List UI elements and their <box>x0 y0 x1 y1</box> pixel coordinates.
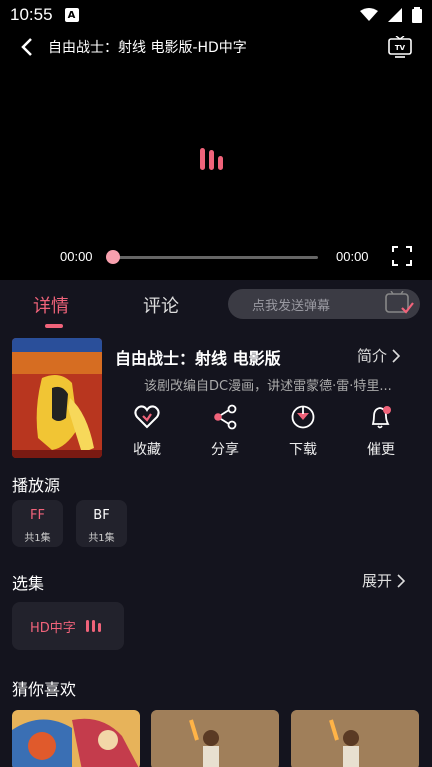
back-arrow-icon[interactable] <box>12 32 42 62</box>
download-button[interactable]: 下载 <box>273 404 333 459</box>
tab-bar: 详情 评论 点我发送弹幕 <box>0 284 432 332</box>
intro-link[interactable]: 简介 <box>357 345 401 366</box>
favorite-label: 收藏 <box>133 442 161 458</box>
source-count: 共1集 <box>24 533 51 544</box>
total-time: 00:00 <box>336 249 369 264</box>
share-icon <box>214 404 237 430</box>
expand-episodes-link[interactable]: 展开 <box>362 570 406 591</box>
notification-icon: A <box>64 8 79 22</box>
source-name: FF <box>30 508 45 523</box>
chevron-right-icon <box>397 573 406 588</box>
bell-icon <box>371 406 391 429</box>
share-label: 分享 <box>211 442 239 458</box>
intro-label: 简介 <box>357 347 388 365</box>
status-bar: 10:55 A <box>0 0 432 30</box>
heart-icon <box>134 405 160 429</box>
tab-comment[interactable]: 评论 <box>143 292 179 318</box>
tv-cast-icon[interactable]: TV <box>388 36 412 58</box>
signal-icon <box>388 8 402 22</box>
source-name: BF <box>93 508 110 523</box>
source-card-bf[interactable]: BF 共1集 <box>76 500 127 547</box>
episodes-heading: 选集 <box>12 574 45 593</box>
movie-synopsis: 该剧改编自DC漫画，讲述雷蒙德·雷·特里... <box>144 379 392 394</box>
video-titlebar: 自由战士：射线 电影版-HD中字 TV <box>0 32 432 62</box>
episode-item[interactable]: HD中字 <box>12 602 124 650</box>
current-time: 00:00 <box>60 249 93 264</box>
favorite-button[interactable]: 收藏 <box>117 404 177 459</box>
tab-detail[interactable]: 详情 <box>33 292 69 318</box>
sources-heading: 播放源 <box>12 476 61 495</box>
playing-bars-icon <box>85 620 101 632</box>
remind-label: 催更 <box>367 442 395 458</box>
tab-indicator <box>45 324 63 328</box>
recommend-thumb[interactable] <box>12 710 140 767</box>
svg-text:TV: TV <box>395 44 406 52</box>
episode-label: HD中字 <box>30 620 76 636</box>
video-title: 自由战士：射线 电影版-HD中字 <box>48 40 247 56</box>
share-button[interactable]: 分享 <box>195 404 255 459</box>
loading-bars-icon <box>200 148 223 170</box>
progress-track[interactable] <box>112 256 318 259</box>
recommend-thumb[interactable] <box>151 710 279 767</box>
download-icon <box>291 405 315 429</box>
fullscreen-icon[interactable] <box>392 246 412 266</box>
wifi-icon <box>360 8 378 21</box>
recommend-thumb[interactable] <box>291 710 419 767</box>
danmaku-placeholder: 点我发送弹幕 <box>252 298 331 314</box>
expand-label: 展开 <box>362 572 393 590</box>
source-count: 共1集 <box>88 533 115 544</box>
chevron-right-icon <box>392 348 401 363</box>
status-time: 10:55 <box>10 5 53 24</box>
download-label: 下载 <box>289 442 317 458</box>
recommend-heading: 猜你喜欢 <box>12 680 77 699</box>
remind-button[interactable]: 催更 <box>351 404 411 459</box>
video-player[interactable]: 10:55 A 自由战士：射线 电影版-HD中字 TV 00:00 00:00 <box>0 0 432 280</box>
danmaku-send-icon[interactable] <box>384 291 414 317</box>
progress-knob[interactable] <box>106 250 120 264</box>
danmaku-input[interactable]: 点我发送弹幕 <box>228 289 420 319</box>
battery-icon <box>412 7 422 23</box>
playback-controls: 00:00 00:00 <box>0 242 432 272</box>
movie-poster[interactable] <box>12 338 102 458</box>
source-card-ff[interactable]: FF 共1集 <box>12 500 63 547</box>
movie-title: 自由战士：射线 电影版 <box>115 349 281 368</box>
